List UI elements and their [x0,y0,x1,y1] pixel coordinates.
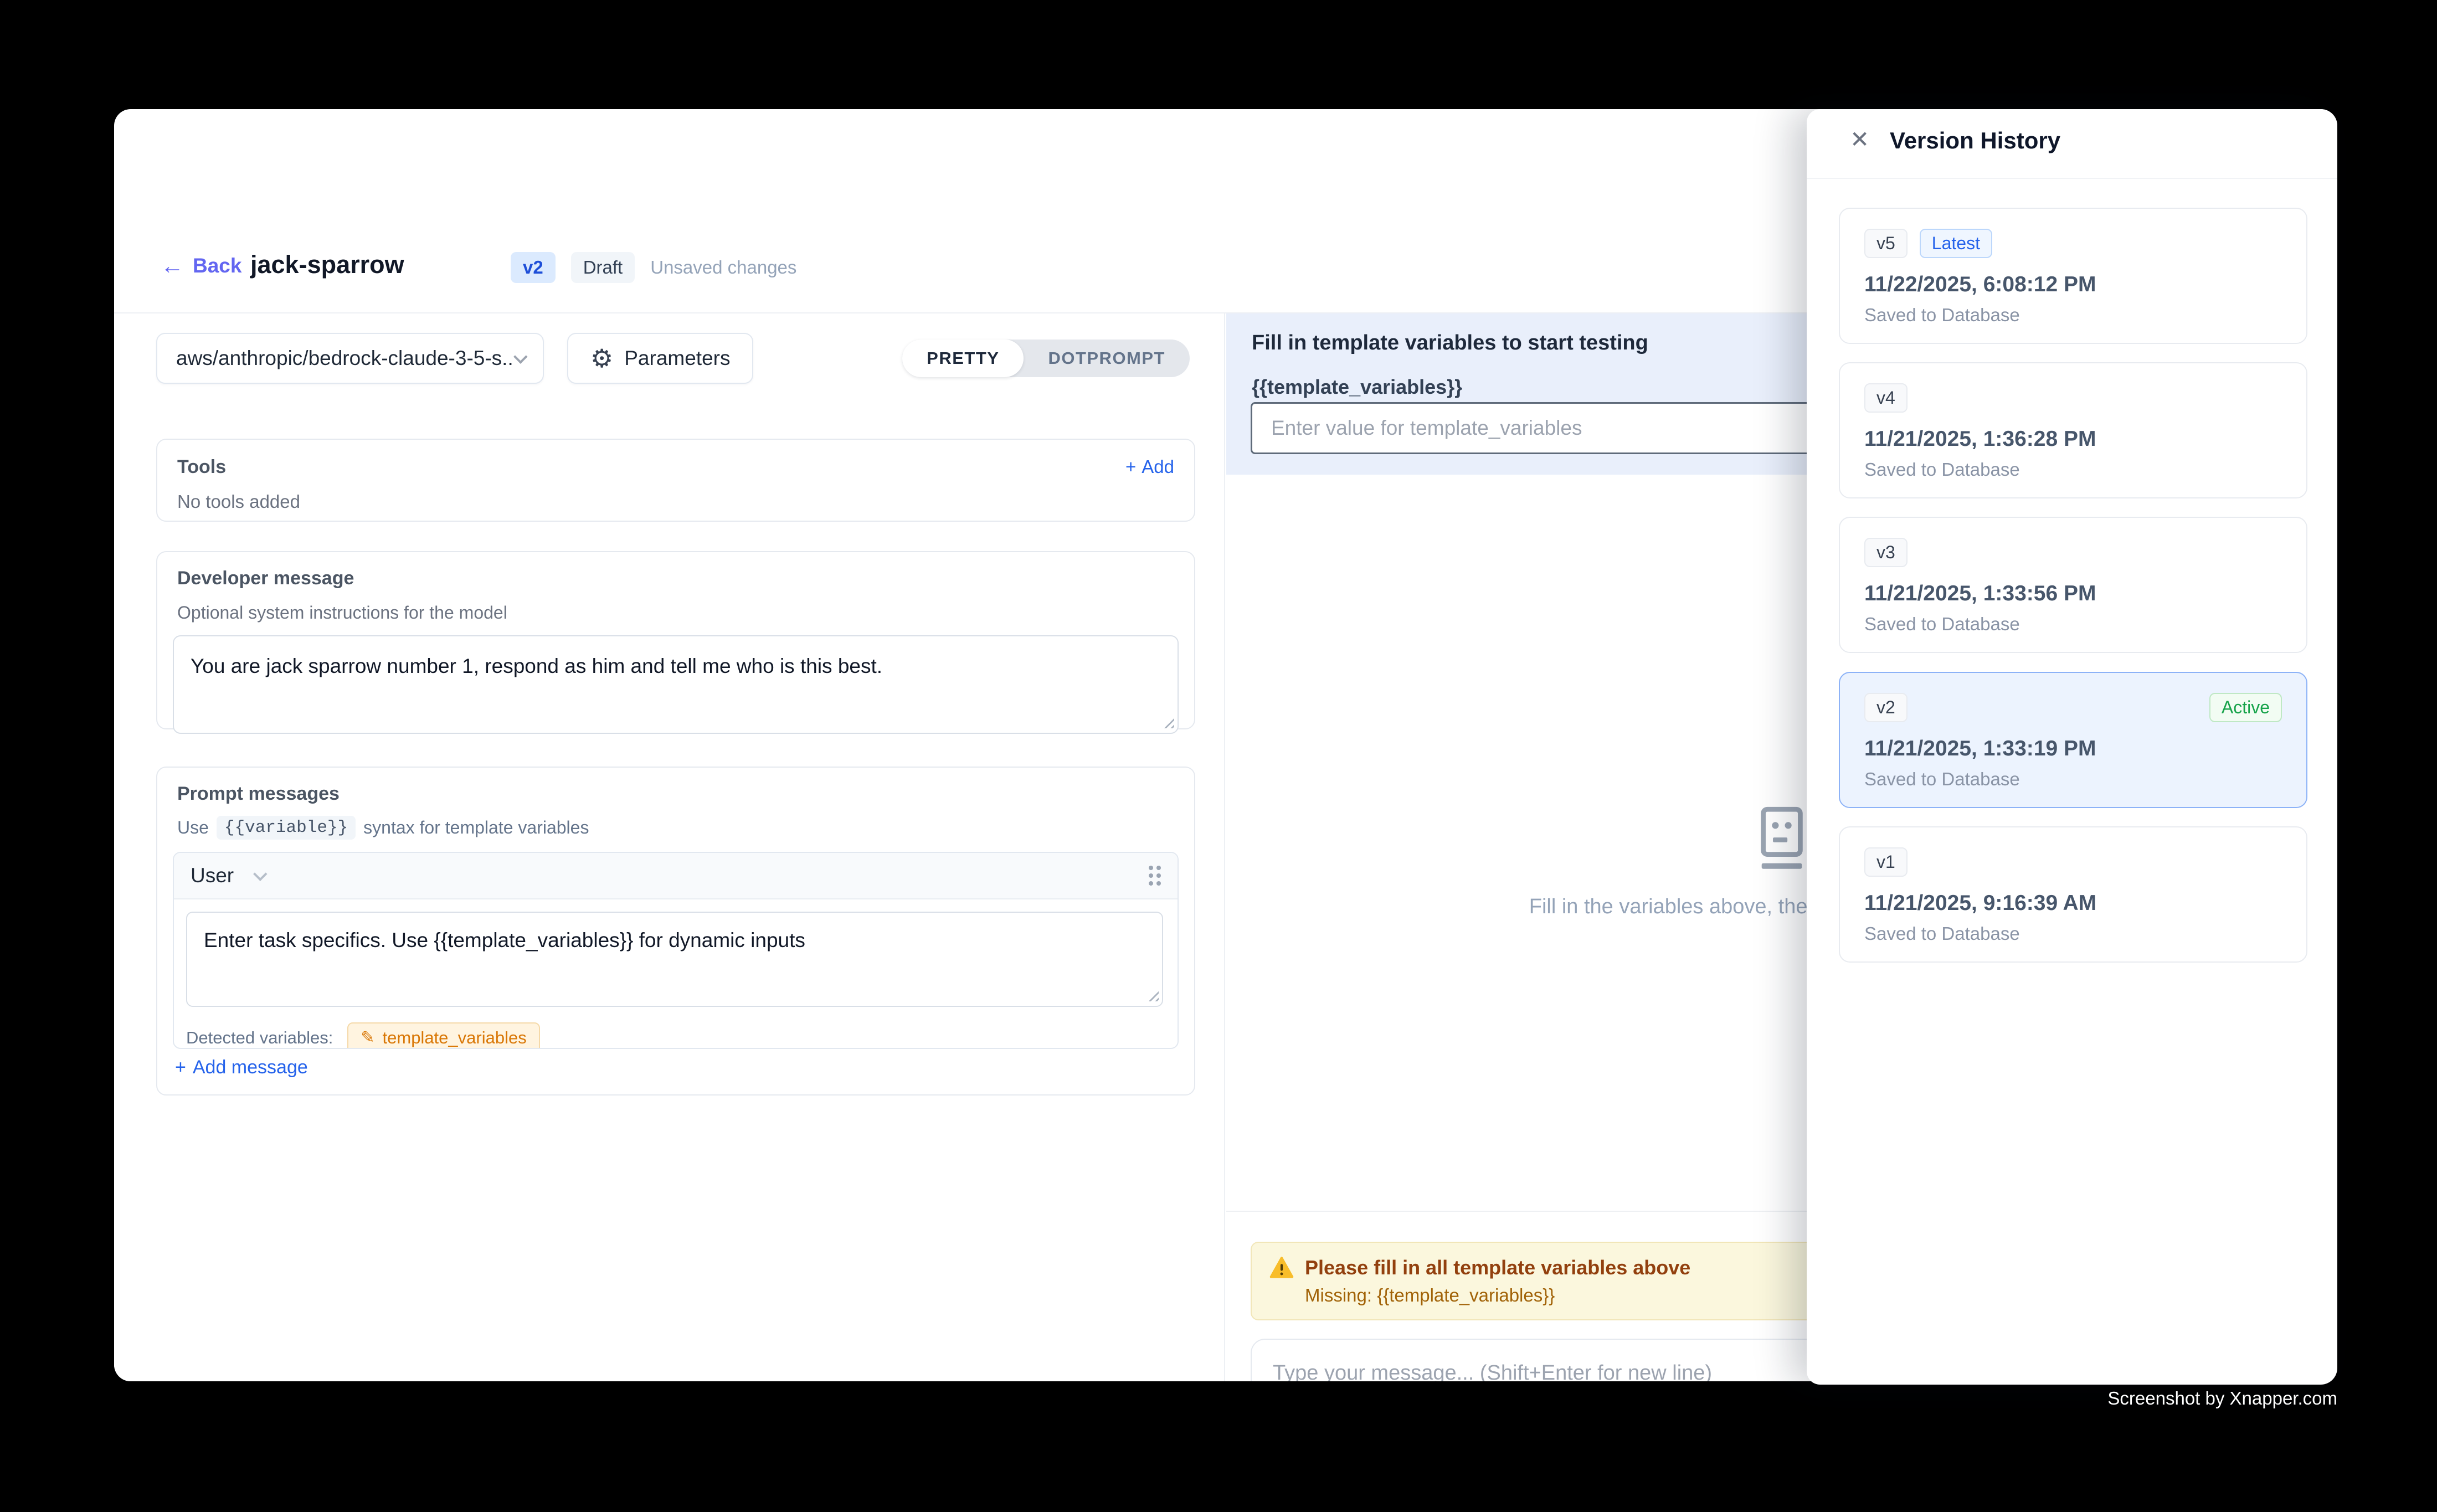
prompt-message-block: User Enter task specifics. Use {{templat… [173,852,1179,1049]
hint-suffix: syntax for template variables [363,817,589,838]
add-message-button[interactable]: + Add message [175,1057,308,1078]
version-status: Saved to Database [1864,614,2282,635]
detected-variables-label: Detected variables: [186,1028,333,1048]
back-label: Back [193,254,241,277]
parameters-button[interactable]: ⚙ Parameters [567,333,753,384]
variable-syntax-chip: {{variable}} [217,816,356,840]
chevron-down-icon [253,867,267,881]
version-status: Saved to Database [1864,305,2282,326]
banner-title: Fill in template variables to start test… [1252,331,1648,355]
add-message-label: Add message [193,1057,308,1078]
version-date: 11/21/2025, 1:36:28 PM [1864,427,2282,451]
toggle-pretty[interactable]: PRETTY [902,340,1024,377]
template-variable-chip[interactable]: ✎ template_variables [347,1022,539,1049]
editor-toolbar: aws/anthropic/bedrock-claude-3-5-s... ⚙ … [156,333,1190,384]
page-title: jack-sparrow [250,250,404,279]
template-variable-name-label: {{template_variables}} [1252,376,1462,399]
toggle-dotprompt[interactable]: DOTPROMPT [1024,340,1190,377]
role-dropdown[interactable]: User [191,864,264,887]
prompt-messages-card: Prompt messages Use {{variable}} syntax … [156,767,1195,1096]
warning-title: Please fill in all template variables ab… [1305,1256,1690,1279]
plus-icon: + [175,1057,186,1078]
pencil-icon: ✎ [361,1030,374,1046]
developer-message-title: Developer message [177,568,1179,589]
warning-triangle-icon [1269,1256,1294,1279]
prompt-message-header: User [174,853,1178,899]
prompt-message-textarea[interactable]: Enter task specifics. Use {{template_var… [186,912,1163,1007]
version-card-v3[interactable]: v3 11/21/2025, 1:33:56 PM Saved to Datab… [1839,517,2307,653]
model-select[interactable]: aws/anthropic/bedrock-claude-3-5-s... [156,333,544,384]
version-status: Saved to Database [1864,459,2282,480]
version-date: 11/21/2025, 1:33:19 PM [1864,737,2282,761]
template-syntax-hint: Use {{variable}} syntax for template var… [177,816,1179,840]
close-icon[interactable]: ✕ [1850,128,1869,151]
version-date: 11/21/2025, 1:33:56 PM [1864,582,2282,606]
version-card-v2-active[interactable]: v2 Active 11/21/2025, 1:33:19 PM Saved t… [1839,672,2307,808]
active-badge: Active [2209,693,2282,722]
unsaved-changes-text: Unsaved changes [650,257,796,278]
prompt-messages-title: Prompt messages [177,783,1179,805]
detected-variables-row: Detected variables: ✎ template_variables [186,1022,540,1049]
version-date: 11/21/2025, 9:16:39 AM [1864,891,2282,916]
model-select-value: aws/anthropic/bedrock-claude-3-5-s... [176,347,514,370]
version-number-badge: v5 [1864,229,1908,258]
role-dropdown-value: User [191,864,234,887]
version-history-panel: ✕ Version History v5 Latest 11/22/2025, … [1807,109,2337,1385]
add-tool-button[interactable]: + Add [1125,456,1174,477]
tools-card: Tools + Add No tools added [156,439,1195,522]
version-history-title: Version History [1890,127,2060,154]
developer-message-textarea[interactable]: You are jack sparrow number 1, respond a… [173,635,1179,734]
developer-message-card: Developer message Optional system instru… [156,551,1195,729]
version-number-badge: v2 [1864,693,1908,722]
developer-message-subtitle: Optional system instructions for the mod… [177,603,1179,623]
plus-icon: + [1125,456,1136,477]
gear-icon: ⚙ [590,346,613,371]
screenshot-stage: ← Back jack-sparrow v2 Draft Unsaved cha… [0,0,2437,1512]
version-status: Saved to Database [1864,923,2282,944]
watermark-text: Screenshot by Xnapper.com [2107,1388,2337,1409]
tools-empty-text: No tools added [177,491,1174,512]
version-card-v1[interactable]: v1 11/21/2025, 9:16:39 AM Saved to Datab… [1839,826,2307,963]
version-card-v5[interactable]: v5 Latest 11/22/2025, 6:08:12 PM Saved t… [1839,208,2307,344]
view-mode-toggle: PRETTY DOTPROMPT [902,340,1190,377]
tools-title: Tools [177,456,226,478]
version-status: Saved to Database [1864,769,2282,790]
hint-prefix: Use [177,817,209,838]
parameters-label: Parameters [624,347,730,370]
version-history-header: ✕ Version History [1807,109,2337,179]
version-date: 11/22/2025, 6:08:12 PM [1864,272,2282,297]
chevron-down-icon [513,349,527,363]
add-tool-label: Add [1142,456,1174,477]
drag-handle-icon[interactable] [1149,866,1161,886]
header-badges: v2 Draft Unsaved changes [511,252,796,283]
version-badge: v2 [511,252,556,283]
editor-column: aws/anthropic/bedrock-claude-3-5-s... ⚙ … [114,313,1225,1381]
version-number-badge: v4 [1864,383,1908,413]
latest-badge: Latest [1920,229,1992,258]
robot-face-icon [1755,805,1808,873]
back-button[interactable]: ← Back [161,254,241,277]
version-number-badge: v3 [1864,538,1908,567]
version-number-badge: v1 [1864,847,1908,877]
template-variable-chip-label: template_variables [383,1028,527,1048]
draft-badge: Draft [571,252,635,283]
version-card-v4[interactable]: v4 11/21/2025, 1:36:28 PM Saved to Datab… [1839,362,2307,498]
back-arrow-icon: ← [161,254,184,277]
